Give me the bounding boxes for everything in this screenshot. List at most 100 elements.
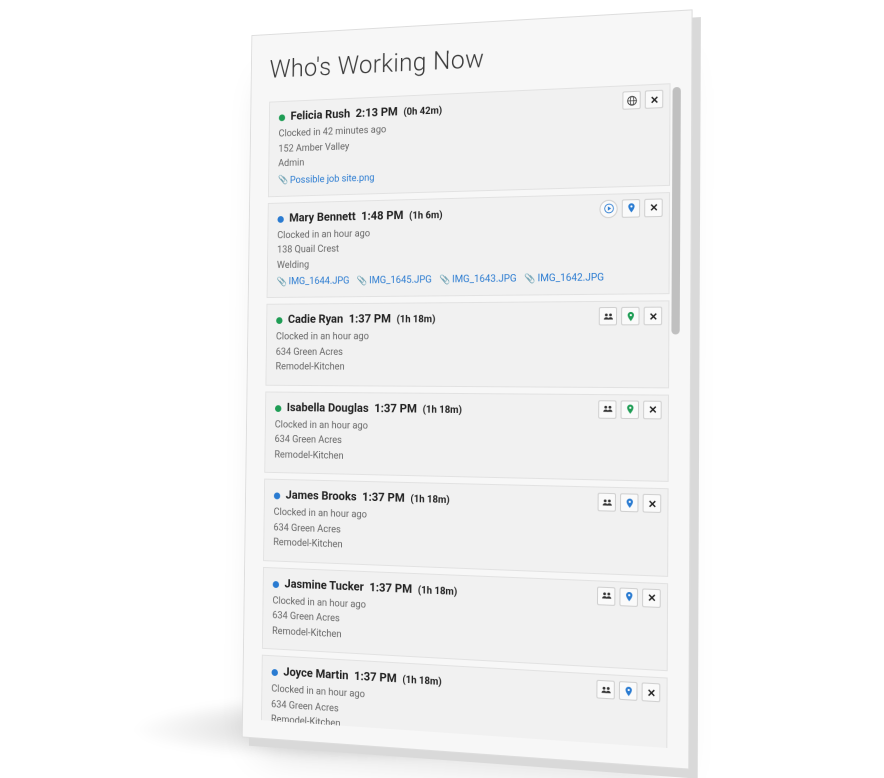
worker-entry: Isabella Douglas1:37 PM(1h 18m)Clocked i… <box>264 391 669 482</box>
entry-actions <box>599 198 662 218</box>
map-pin-icon <box>623 591 634 603</box>
close-icon-button[interactable] <box>643 494 662 513</box>
worker-entry: Joyce Martin1:37 PM(1h 18m)Clocked in an… <box>261 655 668 748</box>
entry-actions <box>597 586 661 607</box>
entry-meta: Clocked in an hour ago634 Green AcresRem… <box>275 328 658 376</box>
close-icon <box>647 310 658 321</box>
worker-name: Cadie Ryan <box>288 312 343 326</box>
group-icon-button[interactable] <box>596 680 615 700</box>
globe-icon <box>626 94 637 106</box>
scrollbar-thumb[interactable] <box>671 87 680 335</box>
duration: (1h 6m) <box>409 210 443 222</box>
map-pin-icon-button[interactable] <box>619 587 638 607</box>
paperclip-icon: 📎 <box>277 277 287 287</box>
close-icon-button[interactable] <box>642 588 661 608</box>
duration: (1h 18m) <box>402 675 441 688</box>
map-pin-icon-button[interactable] <box>621 400 640 419</box>
map-pin-icon-button[interactable] <box>622 198 640 217</box>
map-pin-icon-button[interactable] <box>620 493 639 512</box>
close-icon-button[interactable] <box>644 198 663 217</box>
entry-list-wrap: Felicia Rush2:13 PM(0h 42m)Clocked in 42… <box>261 83 671 748</box>
map-pin-icon-button[interactable] <box>619 681 638 701</box>
entry-actions <box>598 400 662 419</box>
location-text: 634 Green Acres <box>276 344 658 360</box>
close-icon-button[interactable] <box>644 307 663 326</box>
group-icon <box>602 311 613 322</box>
worker-name: Mary Bennett <box>289 209 356 224</box>
worker-entry: Cadie Ryan 1:37 PM (1h 18m) Clocked in an h… <box>265 300 669 388</box>
duration: (0h 42m) <box>403 106 442 118</box>
attachment-link[interactable]: 📎IMG_1645.JPG <box>357 275 432 287</box>
role-text: Remodel-Kitchen <box>275 360 657 377</box>
status-dot <box>276 317 282 324</box>
close-icon <box>648 202 659 214</box>
status-dot <box>279 114 285 121</box>
close-icon <box>648 93 659 105</box>
entry-meta: Clocked in an hour ago138 Quail CrestWel… <box>277 220 659 273</box>
close-icon <box>645 686 656 698</box>
paperclip-icon: 📎 <box>439 275 450 285</box>
attachments-row: 📎IMG_1644.JPG📎IMG_1645.JPG📎IMG_1643.JPG📎… <box>277 272 659 288</box>
globe-icon-button[interactable] <box>622 91 640 110</box>
attachment-name: IMG_1645.JPG <box>369 275 432 287</box>
worker-name: Jasmine Tucker <box>284 576 363 593</box>
clock-in-time: 1:37 PM <box>354 669 397 685</box>
map-pin-icon <box>622 685 633 697</box>
group-icon-button[interactable] <box>598 493 616 512</box>
paperclip-icon: 📎 <box>278 176 288 186</box>
clock-in-time: 1:37 PM <box>349 312 391 326</box>
worker-name: Felicia Rush <box>290 107 350 123</box>
clock-in-time: 1:37 PM <box>362 490 405 505</box>
map-pin-icon <box>624 497 635 509</box>
close-icon <box>646 592 657 604</box>
status-dot <box>277 216 283 223</box>
close-icon <box>647 404 658 416</box>
worker-entry: Felicia Rush2:13 PM(0h 42m)Clocked in 42… <box>268 83 671 197</box>
play-icon-button[interactable] <box>599 199 617 218</box>
attachment-link[interactable]: 📎IMG_1644.JPG <box>277 276 350 288</box>
clock-in-time: 1:37 PM <box>374 401 417 415</box>
attachment-link[interactable]: 📎Possible job site.png <box>278 172 375 186</box>
worker-entry: James Brooks 1:37 PM (1h 18m)Clocked in an… <box>263 479 668 577</box>
close-icon-button[interactable] <box>645 90 664 109</box>
group-icon-button[interactable] <box>597 586 615 605</box>
entry-actions <box>598 493 662 513</box>
group-icon-button[interactable] <box>598 400 616 419</box>
attachment-name: IMG_1642.JPG <box>537 272 604 284</box>
paperclip-icon: 📎 <box>524 274 535 284</box>
worker-entry: Jasmine Tucker1:37 PM(1h 18m)Clocked in … <box>262 566 668 671</box>
status-dot <box>275 405 281 412</box>
map-pin-icon-button[interactable] <box>621 307 640 326</box>
attachment-link[interactable]: 📎IMG_1642.JPG <box>524 272 604 284</box>
attachment-name: IMG_1644.JPG <box>289 276 350 287</box>
duration: (1h 18m) <box>418 585 457 598</box>
entry-actions <box>596 680 660 703</box>
close-icon-button[interactable] <box>643 400 662 419</box>
play-icon <box>603 203 614 214</box>
group-icon-button[interactable] <box>599 307 617 326</box>
attachment-name: IMG_1643.JPG <box>452 273 517 285</box>
status-dot <box>272 669 278 676</box>
worker-entry: Mary Bennett 1:48 PM (1h 6m)Clocked in an … <box>267 192 670 298</box>
duration: (1h 18m) <box>423 404 462 415</box>
entry-meta: Clocked in an hour ago634 Green AcresRem… <box>273 505 657 564</box>
attachment-link[interactable]: 📎IMG_1643.JPG <box>439 273 516 285</box>
paperclip-icon: 📎 <box>357 276 368 286</box>
duration: (1h 18m) <box>410 494 449 506</box>
clock-in-time: 1:48 PM <box>361 208 403 223</box>
entry-actions <box>622 90 663 110</box>
map-pin-icon <box>625 310 636 321</box>
entry-meta: Clocked in an hour ago634 Green AcresRem… <box>274 417 657 470</box>
close-icon-button[interactable] <box>642 682 661 702</box>
duration: (1h 18m) <box>397 314 436 325</box>
status-dot <box>273 580 279 587</box>
entry-list: Felicia Rush2:13 PM(0h 42m)Clocked in 42… <box>261 83 671 748</box>
worker-name: James Brooks <box>286 488 357 504</box>
close-icon <box>646 498 657 510</box>
entry-actions <box>599 307 662 326</box>
group-icon <box>601 590 612 602</box>
clock-in-time: 2:13 PM <box>356 105 398 120</box>
attachment-name: Possible job site.png <box>290 172 375 185</box>
map-pin-icon <box>625 202 636 214</box>
worker-name: Joyce Martin <box>283 665 348 683</box>
